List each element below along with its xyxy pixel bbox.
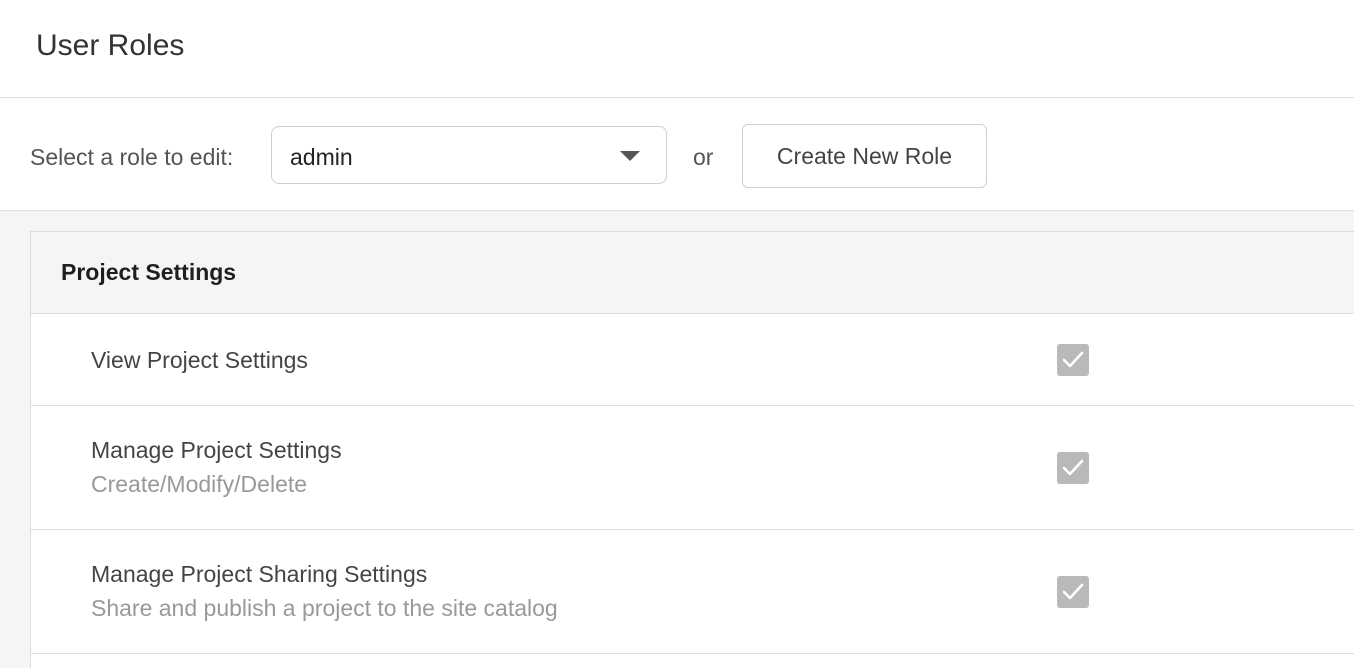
permission-title: Manage Project Sharing Settings	[91, 561, 428, 587]
section-header: Project Settings	[31, 232, 1354, 314]
create-new-role-button[interactable]: Create New Role	[742, 124, 987, 188]
checkmark-icon	[1062, 459, 1084, 476]
permission-row-manage-project-settings: Manage Project Settings Create/Modify/De…	[31, 406, 1354, 530]
page-header: User Roles	[0, 0, 1354, 98]
permission-title: Manage Project Settings	[91, 437, 342, 463]
permission-row-manage-project-sharing-settings: Manage Project Sharing Settings Share an…	[31, 530, 1354, 654]
checkmark-icon	[1062, 351, 1084, 368]
chevron-down-icon	[620, 151, 640, 161]
section-title: Project Settings	[61, 259, 237, 285]
permission-checkbox-manage-project-settings[interactable]	[1057, 452, 1089, 484]
role-select-label: Select a role to edit:	[30, 144, 234, 170]
role-select[interactable]: admin	[271, 126, 667, 184]
permission-row-view-project-settings: View Project Settings	[31, 314, 1354, 406]
role-select-value: admin	[290, 144, 353, 170]
checkmark-icon	[1062, 583, 1084, 600]
permission-checkbox-manage-project-sharing-settings[interactable]	[1057, 576, 1089, 608]
permissions-panel: Project Settings View Project Settings M…	[30, 231, 1354, 668]
permission-checkbox-view-project-settings[interactable]	[1057, 344, 1089, 376]
content-area: Project Settings View Project Settings M…	[0, 211, 1354, 668]
or-text: or	[693, 144, 714, 170]
page-title: User Roles	[36, 29, 185, 62]
permission-title: View Project Settings	[91, 347, 308, 373]
permission-description: Create/Modify/Delete	[91, 471, 308, 497]
permission-description: Share and publish a project to the site …	[91, 595, 558, 621]
